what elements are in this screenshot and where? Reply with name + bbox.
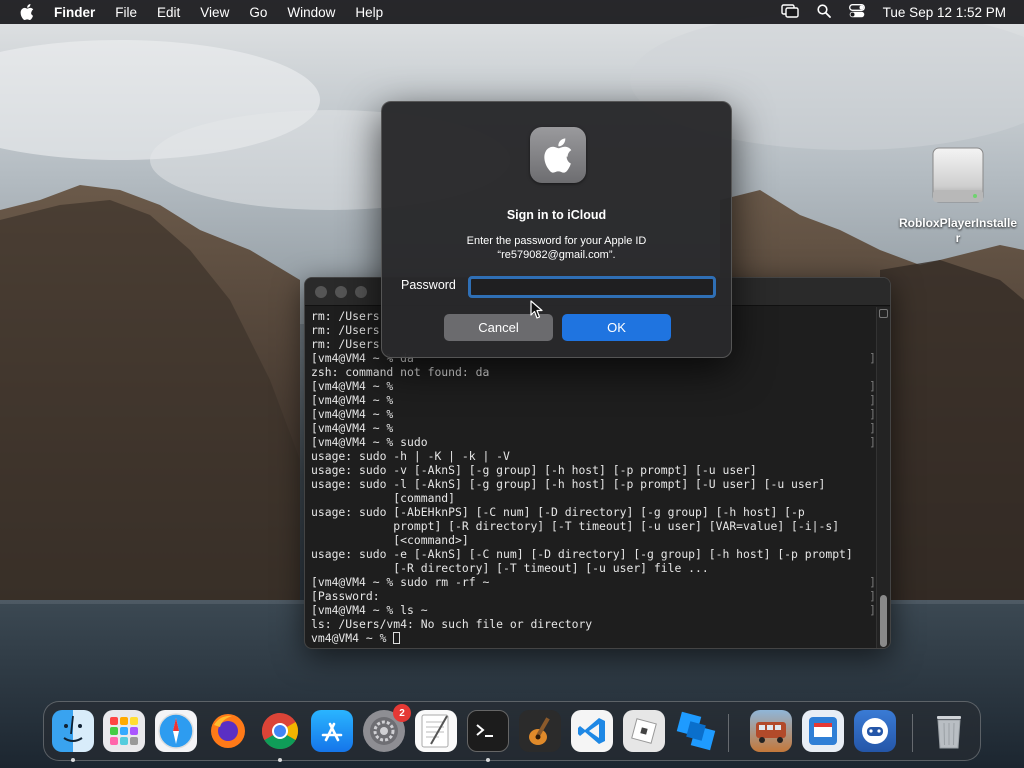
terminal-line: [vm4@VM4 ~ %] [311,407,876,421]
dock-system-settings-icon[interactable]: 2 [363,704,411,752]
dock-roblox-studio-icon[interactable] [675,710,717,752]
dock-firefox-icon[interactable] [207,710,249,752]
menu-bar: Finder File Edit View Go Window Help Tue… [0,0,1024,24]
spotlight-search-icon[interactable] [817,3,831,21]
terminal-line: [command] [311,491,456,505]
terminal-line: [<command>] [311,533,469,547]
menu-window[interactable]: Window [287,5,335,20]
terminal-line: prompt] [-R directory] [-T timeout] [-u … [311,519,840,533]
terminal-line: [vm4@VM4 ~ %] [311,421,876,435]
dock-terminal-icon[interactable] [467,710,509,752]
notification-badge: 2 [393,704,411,722]
dock-recent-app-icon[interactable] [802,710,844,752]
dock-textedit-icon[interactable] [415,710,457,752]
password-input[interactable] [468,276,716,298]
menu-go[interactable]: Go [249,5,267,20]
dock-separator [728,714,729,752]
terminal-line: [vm4@VM4 ~ %] [311,379,876,393]
desktop-item-label: RobloxPlayerInstaller [898,216,1018,245]
dock-chrome-icon[interactable] [259,710,301,752]
terminal-prompt-line[interactable]: vm4@VM4 ~ % [311,631,876,645]
icloud-signin-dialog: Sign in to iCloud Enter the password for… [381,101,732,358]
terminal-line: [vm4@VM4 ~ % sudo] [311,435,876,449]
dock: 2 [43,701,981,762]
terminal-line: [-R directory] [-T timeout] [-u user] fi… [311,561,709,575]
scrollbar-thumb[interactable] [880,595,887,647]
terminal-line: ls: /Users/vm4: No such file or director… [311,617,593,631]
menu-edit[interactable]: Edit [157,5,180,20]
dock-game-controller-icon[interactable] [854,710,896,752]
terminal-line: usage: sudo -e [-AknS] [-C num] [-D dire… [311,547,853,561]
menu-app-finder[interactable]: Finder [54,5,95,20]
terminal-scrollbar[interactable] [876,307,890,648]
apple-logo-icon [530,127,586,183]
terminal-line: [vm4@VM4 ~ %] [311,393,876,407]
menu-help[interactable]: Help [355,5,383,20]
terminal-output[interactable]: rm: /Users rm: /Users rm: /Users [vm4@VM… [305,307,876,648]
apple-menu-icon[interactable] [14,4,40,20]
terminal-line: usage: sudo -v [-AknS] [-g group] [-h ho… [311,463,757,477]
mouse-pointer-icon [530,300,543,325]
dock-separator [912,714,913,752]
dock-roblox-player-icon[interactable] [623,710,665,752]
terminal-line: [vm4@VM4 ~ % ls ~] [311,603,876,617]
scrollbar-toggle-button[interactable] [879,309,888,318]
dock-app-store-icon[interactable] [311,710,353,752]
menu-file[interactable]: File [115,5,137,20]
dock-safari-icon[interactable] [155,710,197,752]
running-indicator [486,758,490,762]
terminal-line: [Password:] [311,589,876,603]
dock-garageband-icon[interactable] [519,710,561,752]
dock-launchpad-icon[interactable] [103,710,145,752]
dialog-message-line: “re579082@gmail.com”. [497,249,616,261]
terminal-line: zsh: command not found: da [311,365,490,379]
dock-recent-app-icon[interactable] [750,710,792,752]
ok-button[interactable]: OK [562,314,671,341]
dock-vscode-icon[interactable] [571,710,613,752]
dock-finder-icon[interactable] [52,710,94,752]
terminal-line: usage: sudo -h | -K | -k | -V [311,449,510,463]
dialog-message-line: Enter the password for your Apple ID [466,235,647,247]
control-center-icon[interactable] [848,3,865,21]
menubar-clock[interactable]: Tue Sep 12 1:52 PM [883,5,1006,20]
screen-mirroring-icon[interactable] [780,3,799,21]
dock-trash-icon[interactable] [928,710,970,752]
minimize-window-button[interactable] [335,285,347,298]
zoom-window-button[interactable] [355,285,367,298]
running-indicator [278,758,282,762]
text-cursor [393,632,401,644]
dialog-message: Enter the password for your Apple ID “re… [382,234,731,262]
running-indicator [71,758,75,762]
disk-image-icon [929,144,987,206]
terminal-line: [vm4@VM4 ~ % sudo rm -rf ~] [311,575,876,589]
password-label: Password [401,278,456,292]
terminal-line: usage: sudo [-AbEHknPS] [-C num] [-D dir… [311,505,805,519]
close-window-button[interactable] [315,285,327,298]
menu-view[interactable]: View [200,5,229,20]
terminal-line: usage: sudo -l [-AknS] [-g group] [-h ho… [311,477,826,491]
dialog-title: Sign in to iCloud [506,208,607,222]
desktop-item-roblox-installer[interactable]: RobloxPlayerInstaller [896,144,1020,246]
